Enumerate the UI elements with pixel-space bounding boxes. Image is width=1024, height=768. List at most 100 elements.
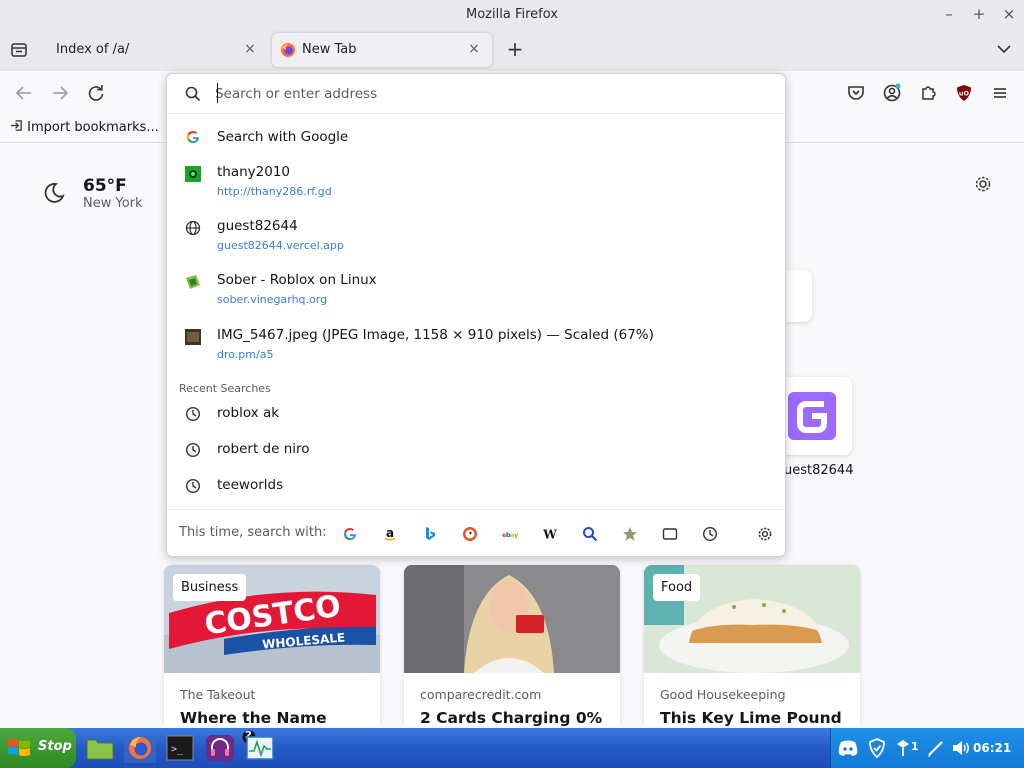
sober-favicon-icon bbox=[186, 275, 200, 289]
svg-text:y: y bbox=[514, 531, 518, 539]
discord-icon[interactable] bbox=[837, 738, 859, 758]
guest82644-logo-icon bbox=[788, 392, 836, 440]
terminal-icon[interactable]: >_ bbox=[164, 733, 196, 763]
window-titlebar: Mozilla Firefox – + × bbox=[0, 0, 1024, 29]
import-icon bbox=[10, 120, 22, 131]
story-card[interactable]: COSTCO WHOLESALE Business The Takeout Wh… bbox=[164, 565, 380, 726]
suggestion-url: http://thany286.rf.gd bbox=[217, 185, 332, 198]
search-engine-icon[interactable] bbox=[582, 526, 598, 542]
search-settings-gear-icon[interactable] bbox=[757, 526, 773, 542]
suggestion-thany2010[interactable]: thany2010 http://thany286.rf.gd bbox=[167, 160, 785, 200]
tab-new-tab[interactable]: New Tab × bbox=[272, 33, 492, 67]
weather-temperature: 65°F bbox=[83, 176, 127, 196]
duckduckgo-icon[interactable] bbox=[462, 526, 478, 542]
bing-icon[interactable] bbox=[422, 526, 438, 542]
suggestion-url: sober.vinegarhq.org bbox=[217, 293, 328, 306]
site-favicon-icon bbox=[185, 166, 201, 182]
chevron-down-icon[interactable] bbox=[996, 41, 1012, 57]
suggestion-url: dro.pm/a5 bbox=[217, 348, 274, 361]
image-thumb-icon bbox=[185, 329, 201, 345]
taskbar-clock: 06:21 bbox=[973, 741, 1012, 755]
address-input[interactable] bbox=[215, 82, 755, 106]
account-icon[interactable] bbox=[881, 82, 903, 104]
story-card[interactable]: comparecredit.com 2 Cards Charging 0% bbox=[404, 565, 620, 726]
reload-icon[interactable] bbox=[85, 82, 107, 104]
amazon-icon[interactable]: a bbox=[382, 526, 398, 542]
import-bookmarks-button[interactable]: Import bookmarks... bbox=[10, 119, 159, 135]
clock-icon bbox=[185, 478, 201, 494]
address-bar-dropdown: Search with Google thany2010 http://than… bbox=[166, 73, 786, 557]
story-card[interactable]: Food Good Housekeeping This Key Lime Pou… bbox=[644, 565, 860, 726]
clock-icon bbox=[185, 406, 201, 422]
tab-index[interactable]: Index of /a/ × bbox=[42, 33, 268, 67]
card-source: The Takeout bbox=[180, 687, 256, 702]
close-window-button[interactable]: × bbox=[994, 0, 1024, 29]
tab-bar: Index of /a/ × New Tab × + bbox=[0, 29, 1024, 71]
tab-label: New Tab bbox=[302, 42, 357, 57]
tabs-icon[interactable] bbox=[662, 526, 678, 542]
file-manager-icon[interactable] bbox=[84, 733, 116, 763]
start-button[interactable]: Stop bbox=[0, 728, 76, 768]
window-title: Mozilla Firefox bbox=[466, 7, 558, 22]
shield-icon[interactable] bbox=[868, 738, 886, 758]
suggestion-title: IMG_5467.jpeg (JPEG Image, 1158 × 910 pi… bbox=[217, 327, 654, 343]
suggestion-search-google[interactable]: Search with Google bbox=[167, 118, 785, 152]
gear-icon[interactable] bbox=[973, 174, 993, 194]
google-icon[interactable] bbox=[342, 526, 358, 542]
card-headline: 2 Cards Charging 0% bbox=[420, 709, 603, 726]
weather-city: New York bbox=[83, 196, 143, 211]
bookmarks-star-icon[interactable] bbox=[622, 526, 638, 542]
one-off-search-bar: This time, search with: a e b a y W bbox=[167, 509, 785, 557]
suggestion-title: thany2010 bbox=[217, 164, 291, 180]
recent-search-text: roblox ak bbox=[217, 405, 280, 421]
ublock-icon[interactable]: uO bbox=[953, 82, 975, 104]
forward-icon[interactable] bbox=[49, 82, 71, 104]
back-icon[interactable] bbox=[13, 82, 35, 104]
history-clock-icon[interactable] bbox=[702, 526, 718, 542]
svg-text:uO: uO bbox=[959, 90, 970, 98]
menu-icon[interactable] bbox=[989, 82, 1011, 104]
address-bar bbox=[167, 74, 785, 114]
wikipedia-icon[interactable]: W bbox=[542, 526, 558, 542]
recent-search-item[interactable]: roblox ak bbox=[167, 400, 785, 430]
minimize-button[interactable]: – bbox=[934, 0, 964, 29]
text-cursor bbox=[217, 83, 218, 103]
close-tab-icon[interactable]: × bbox=[240, 39, 260, 59]
svg-text:W: W bbox=[542, 528, 557, 542]
suggestion-guest82644[interactable]: guest82644 guest82644.vercel.app bbox=[167, 214, 785, 254]
start-label: Stop bbox=[38, 739, 72, 754]
card-headline: Where the Name bbox=[180, 709, 327, 726]
extensions-icon[interactable] bbox=[917, 82, 939, 104]
recent-search-text: robert de niro bbox=[217, 441, 310, 457]
volume-icon[interactable] bbox=[951, 739, 971, 757]
recent-search-text: teeworlds bbox=[217, 477, 284, 493]
one-off-label: This time, search with: bbox=[179, 525, 327, 540]
firefox-view-icon[interactable] bbox=[6, 37, 32, 63]
recent-search-item[interactable]: robert de niro bbox=[167, 436, 785, 466]
card-category-badge: Food bbox=[653, 574, 701, 601]
new-tab-button[interactable]: + bbox=[503, 38, 527, 62]
system-monitor-icon[interactable] bbox=[244, 733, 276, 763]
firefox-taskbar-icon[interactable] bbox=[124, 733, 156, 763]
pocket-icon[interactable] bbox=[845, 82, 867, 104]
clock-icon bbox=[185, 442, 201, 458]
search-icon bbox=[185, 86, 201, 102]
windows-flag-icon bbox=[8, 739, 30, 756]
moon-icon bbox=[44, 183, 65, 203]
suggestion-sober[interactable]: Sober - Roblox on Linux sober.vinegarhq.… bbox=[167, 268, 785, 308]
card-category-badge: Business bbox=[173, 574, 247, 601]
recent-search-item[interactable]: teeworlds bbox=[167, 472, 785, 502]
close-tab-icon[interactable]: × bbox=[464, 39, 484, 59]
network-icon[interactable] bbox=[895, 738, 911, 758]
tab-label: Index of /a/ bbox=[56, 42, 130, 57]
svg-text:a: a bbox=[386, 526, 394, 540]
google-icon bbox=[186, 130, 199, 144]
suggestion-img-5467[interactable]: IMG_5467.jpeg (JPEG Image, 1158 × 910 pi… bbox=[167, 323, 785, 363]
suggestion-title: Sober - Roblox on Linux bbox=[217, 272, 377, 288]
ebay-icon[interactable]: e b a y bbox=[502, 526, 518, 542]
firefox-icon bbox=[281, 43, 295, 57]
suggestion-url: guest82644.vercel.app bbox=[217, 239, 344, 252]
maximize-button[interactable]: + bbox=[964, 0, 994, 29]
headphones-app-icon[interactable] bbox=[204, 733, 236, 763]
pen-icon[interactable] bbox=[926, 738, 946, 758]
